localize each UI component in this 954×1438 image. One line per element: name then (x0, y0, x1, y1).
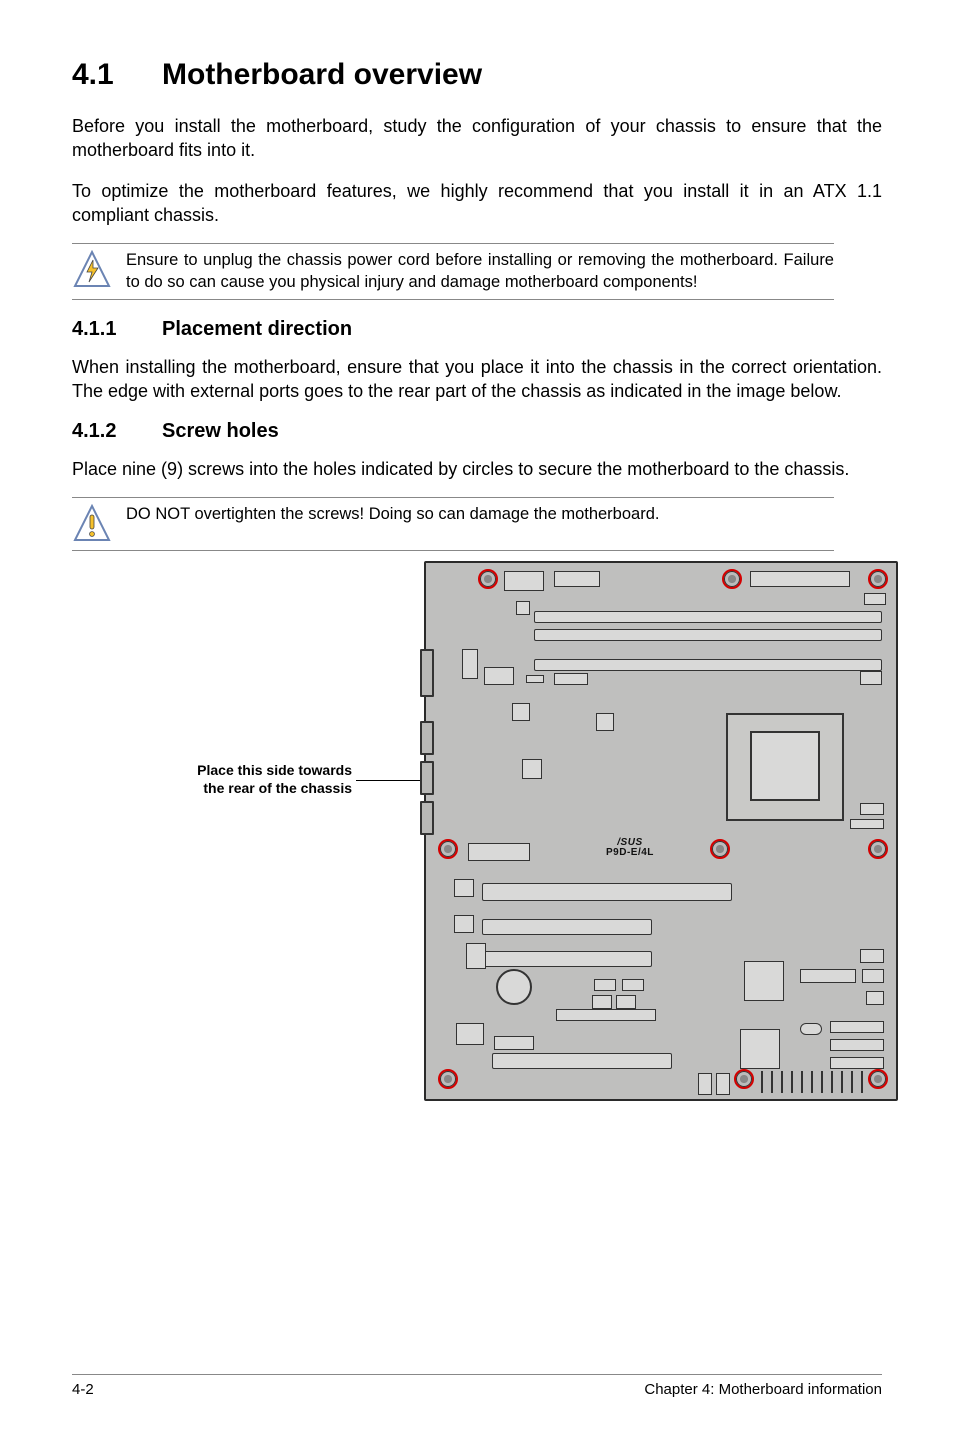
slot (492, 1053, 672, 1069)
chip (860, 671, 882, 685)
motherboard-outline: /SUS P9D-E/4L (424, 561, 898, 1101)
section-heading: 4.1Motherboard overview (72, 58, 882, 92)
pin-header (556, 1009, 656, 1021)
board-model: P9D-E/4L (606, 848, 654, 859)
cpu-socket (726, 713, 844, 821)
subsection-number-2: 4.1.2 (72, 420, 162, 443)
chip (484, 667, 514, 685)
screw-hole (478, 569, 498, 589)
connector (554, 571, 600, 587)
chip (454, 879, 474, 897)
chip (744, 961, 784, 1001)
screws-paragraph: Place nine (9) screws into the holes ind… (72, 457, 882, 481)
chip (454, 915, 474, 933)
board-brand-label: /SUS P9D-E/4L (606, 838, 654, 859)
rear-port (420, 649, 434, 697)
placement-paragraph: When installing the motherboard, ensure … (72, 355, 882, 404)
screw-hole (868, 569, 888, 589)
rear-side-label-line2: the rear of the chassis (203, 780, 352, 796)
connector (594, 979, 616, 991)
subsection-title-2: Screw holes (162, 420, 279, 442)
caution-icon (72, 504, 112, 544)
screw-hole (710, 839, 730, 859)
connector (800, 969, 856, 983)
chip (462, 649, 478, 679)
slot (534, 659, 882, 671)
screw-hole (734, 1069, 754, 1089)
rear-port (420, 761, 434, 795)
screw-hole (438, 839, 458, 859)
intro-paragraph-2: To optimize the motherboard features, we… (72, 179, 882, 228)
pin-header (830, 1039, 884, 1051)
slot (534, 629, 882, 641)
screw-hole (438, 1069, 458, 1089)
lightning-icon (72, 250, 112, 290)
cpu-socket-inner (750, 731, 820, 801)
connector (616, 995, 636, 1009)
connector (862, 969, 884, 983)
rear-side-label: Place this side towards the rear of the … (152, 761, 352, 797)
section-number: 4.1 (72, 58, 162, 92)
section-title-text: Motherboard overview (162, 58, 482, 91)
danger-note: Ensure to unplug the chassis power cord … (72, 243, 834, 300)
connector (494, 1036, 534, 1050)
pcie-slot (482, 919, 652, 935)
chip (596, 713, 614, 731)
chip (516, 601, 530, 615)
page-footer: 4-2 Chapter 4: Motherboard information (72, 1374, 882, 1398)
pcie-slot (482, 883, 732, 901)
rear-port (420, 801, 434, 835)
pin-header (466, 943, 486, 969)
battery (496, 969, 532, 1005)
connector (850, 819, 884, 829)
chip (512, 703, 530, 721)
caution-note-text: DO NOT overtighten the screws! Doing so … (126, 504, 834, 525)
leader-line (356, 780, 424, 781)
screw-hole (868, 839, 888, 859)
subsection-heading-placement: 4.1.1Placement direction (72, 318, 882, 341)
slot (534, 611, 882, 623)
caution-note: DO NOT overtighten the screws! Doing so … (72, 497, 834, 551)
subsection-heading-screws: 4.1.2Screw holes (72, 420, 882, 443)
rear-side-label-line1: Place this side towards (197, 762, 352, 778)
chip (740, 1029, 780, 1069)
page-number: 4-2 (72, 1381, 94, 1398)
motherboard-diagram: Place this side towards the rear of the … (72, 561, 882, 1121)
screw-hole (868, 1069, 888, 1089)
pcie-slot (482, 951, 652, 967)
connector (860, 803, 884, 815)
chip (522, 759, 542, 779)
chip (456, 1023, 484, 1045)
connector (504, 571, 544, 591)
connector (864, 593, 886, 605)
connector (698, 1073, 712, 1095)
pin-header (830, 1021, 884, 1033)
sata-ports (756, 1065, 886, 1095)
danger-note-text: Ensure to unplug the chassis power cord … (126, 250, 834, 293)
connector (750, 571, 850, 587)
connector (716, 1073, 730, 1095)
subsection-title-1: Placement direction (162, 318, 352, 340)
connector (800, 1023, 822, 1035)
connector (592, 995, 612, 1009)
screw-hole (722, 569, 742, 589)
chip (468, 843, 530, 861)
subsection-number-1: 4.1.1 (72, 318, 162, 341)
chip (554, 673, 588, 685)
chip (526, 675, 544, 683)
connector (866, 991, 884, 1005)
intro-paragraph-1: Before you install the motherboard, stud… (72, 114, 882, 163)
chapter-label: Chapter 4: Motherboard information (644, 1381, 882, 1398)
connector (860, 949, 884, 963)
connector (622, 979, 644, 991)
rear-port (420, 721, 434, 755)
